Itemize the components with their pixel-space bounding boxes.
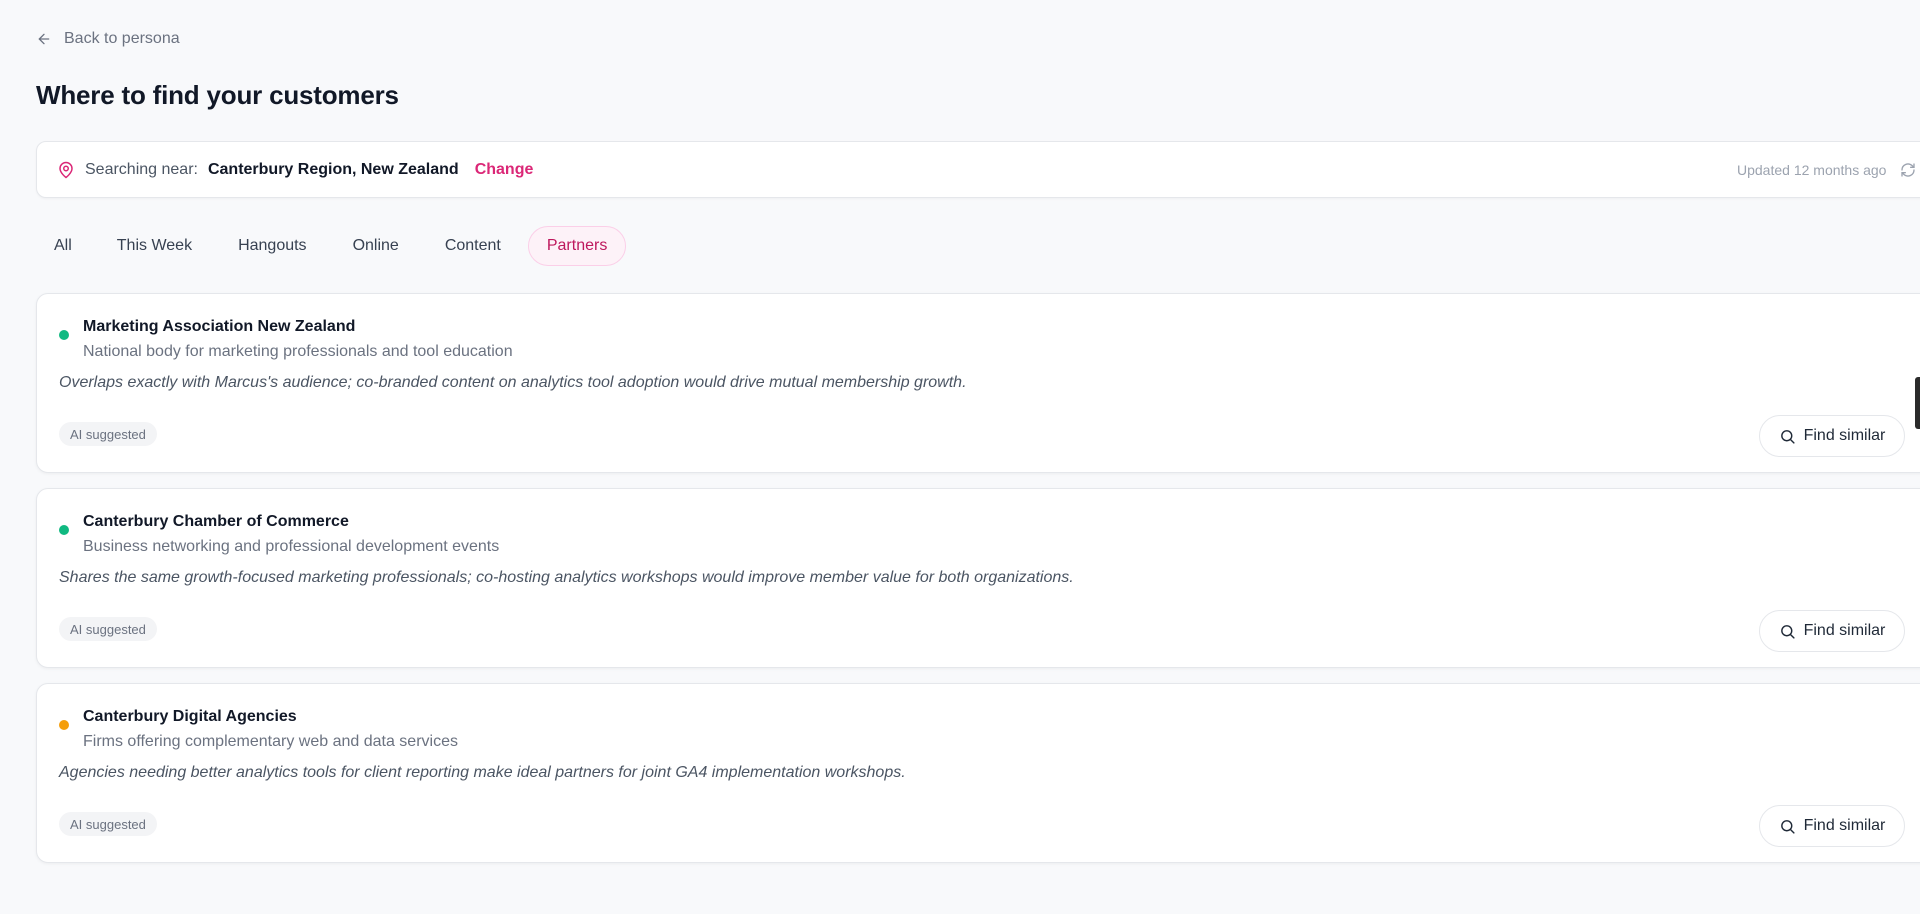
- partner-description: Agencies needing better analytics tools …: [59, 764, 906, 781]
- find-similar-label: Find similar: [1803, 817, 1886, 834]
- partner-card: Canterbury Chamber of Commerce Business …: [36, 488, 1920, 668]
- back-to-persona-link[interactable]: Back to persona: [36, 30, 180, 48]
- tab-online[interactable]: Online: [334, 226, 418, 266]
- location-value: Canterbury Region, New Zealand: [207, 160, 459, 178]
- tab-content[interactable]: Content: [426, 226, 520, 266]
- tab-partners[interactable]: Partners: [527, 226, 627, 266]
- tab-this-week[interactable]: This Week: [98, 226, 211, 266]
- search-icon: [1780, 624, 1795, 639]
- updated-timestamp: Updated 12 months ago: [1737, 161, 1887, 178]
- tab-hangouts[interactable]: Hangouts: [219, 226, 326, 266]
- partner-card: Canterbury Digital Agencies Firms offeri…: [36, 683, 1920, 863]
- arrow-left-icon: [38, 33, 50, 45]
- change-location-button[interactable]: Change: [475, 161, 534, 179]
- location-label: Searching near:: [85, 160, 198, 178]
- tab-all[interactable]: All: [36, 226, 90, 266]
- partner-subtitle: National body for marketing professional…: [83, 343, 513, 360]
- refresh-icon[interactable]: [1900, 162, 1916, 178]
- partner-name: Canterbury Chamber of Commerce: [83, 513, 349, 530]
- map-pin-icon: [59, 161, 73, 178]
- status-dot: [59, 720, 69, 730]
- find-similar-label: Find similar: [1803, 427, 1886, 444]
- find-similar-button[interactable]: Find similar: [1759, 415, 1905, 457]
- panel-edge-handle[interactable]: [1915, 377, 1920, 429]
- search-icon: [1780, 429, 1795, 444]
- ai-suggested-badge: AI suggested: [59, 812, 157, 836]
- back-label: Back to persona: [64, 30, 180, 47]
- find-similar-button[interactable]: Find similar: [1759, 610, 1905, 652]
- find-similar-label: Find similar: [1803, 622, 1886, 639]
- partner-name: Marketing Association New Zealand: [83, 318, 356, 335]
- find-similar-button[interactable]: Find similar: [1759, 805, 1905, 847]
- status-dot: [59, 330, 69, 340]
- ai-suggested-badge: AI suggested: [59, 422, 157, 446]
- partner-subtitle: Firms offering complementary web and dat…: [83, 733, 458, 750]
- filter-tabs: All This Week Hangouts Online Content Pa…: [36, 226, 634, 266]
- location-bar: Searching near: Canterbury Region, New Z…: [36, 141, 1920, 198]
- partner-description: Shares the same growth-focused marketing…: [59, 569, 1074, 586]
- partner-name: Canterbury Digital Agencies: [83, 708, 297, 725]
- partner-subtitle: Business networking and professional dev…: [83, 538, 500, 555]
- search-icon: [1780, 819, 1795, 834]
- ai-suggested-badge: AI suggested: [59, 617, 157, 641]
- partner-card: Marketing Association New Zealand Nation…: [36, 293, 1920, 473]
- partner-description: Overlaps exactly with Marcus's audience;…: [59, 374, 967, 391]
- page-title: Where to find your customers: [36, 80, 399, 110]
- status-dot: [59, 525, 69, 535]
